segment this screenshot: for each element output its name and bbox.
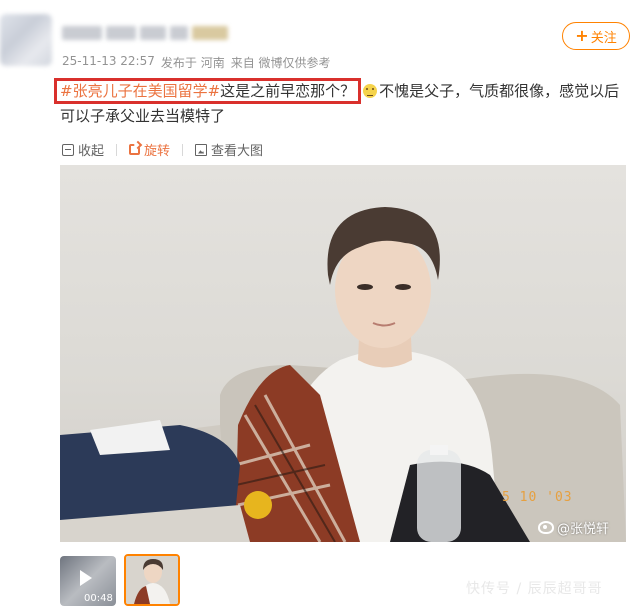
- play-icon: [80, 570, 92, 586]
- view-large-label: 查看大图: [211, 144, 264, 159]
- photo-watermark: @张悦轩: [538, 518, 609, 537]
- post-time[interactable]: 25-11-13 22:57: [62, 54, 155, 71]
- thumbnail-photo-selected[interactable]: [124, 554, 180, 606]
- image-icon: [195, 143, 208, 156]
- collapse-label: 收起: [78, 144, 105, 159]
- weibo-logo-icon: [538, 521, 554, 534]
- collapse-icon: [62, 143, 74, 156]
- highlight-box: #张亮儿子在美国留学#这是之前早恋那个？: [54, 78, 362, 104]
- photo-illustration: [60, 207, 626, 542]
- rotate-button[interactable]: 旋转: [129, 140, 170, 159]
- thumbnail-video[interactable]: 00:48: [60, 556, 116, 606]
- username-blurred[interactable]: [62, 24, 262, 42]
- boxed-text: 这是之前早恋那个？: [220, 82, 356, 100]
- divider: [182, 143, 184, 156]
- post-meta: 25-11-13 22:57 发布于 河南 来自 微博仅供参考: [62, 54, 331, 71]
- follow-button[interactable]: + 关注: [562, 22, 630, 50]
- avatar[interactable]: [0, 14, 52, 66]
- corner-watermark: 快传号 / 辰辰超哥哥: [466, 581, 603, 597]
- rotate-icon: [129, 144, 141, 155]
- thumbnail-image: [126, 556, 178, 604]
- post-location: 发布于 河南: [160, 56, 225, 70]
- topic-link[interactable]: #张亮儿子在美国留学#: [60, 82, 220, 100]
- image-toolbar: 收起 旋转 查看大图: [62, 140, 263, 159]
- photo-date-stamp: 5 10 '03: [502, 490, 573, 505]
- post-photo[interactable]: 5 10 '03 @张悦轩: [60, 165, 626, 542]
- follow-label: 关注: [590, 30, 617, 46]
- post-text: #张亮儿子在美国留学#这是之前早恋那个？ 不愧是父子，气质都很像，感觉以后可以子承…: [54, 78, 632, 128]
- collapse-button[interactable]: 收起: [62, 140, 104, 159]
- view-large-button[interactable]: 查看大图: [195, 140, 263, 159]
- post-source: 来自 微博仅供参考: [230, 56, 331, 70]
- plus-icon: +: [575, 26, 589, 45]
- video-duration: 00:48: [84, 593, 113, 604]
- watermark-text: @张悦轩: [557, 522, 610, 537]
- rotate-label: 旋转: [144, 144, 171, 159]
- thinking-emoji-icon: [363, 84, 378, 98]
- divider: [116, 143, 118, 156]
